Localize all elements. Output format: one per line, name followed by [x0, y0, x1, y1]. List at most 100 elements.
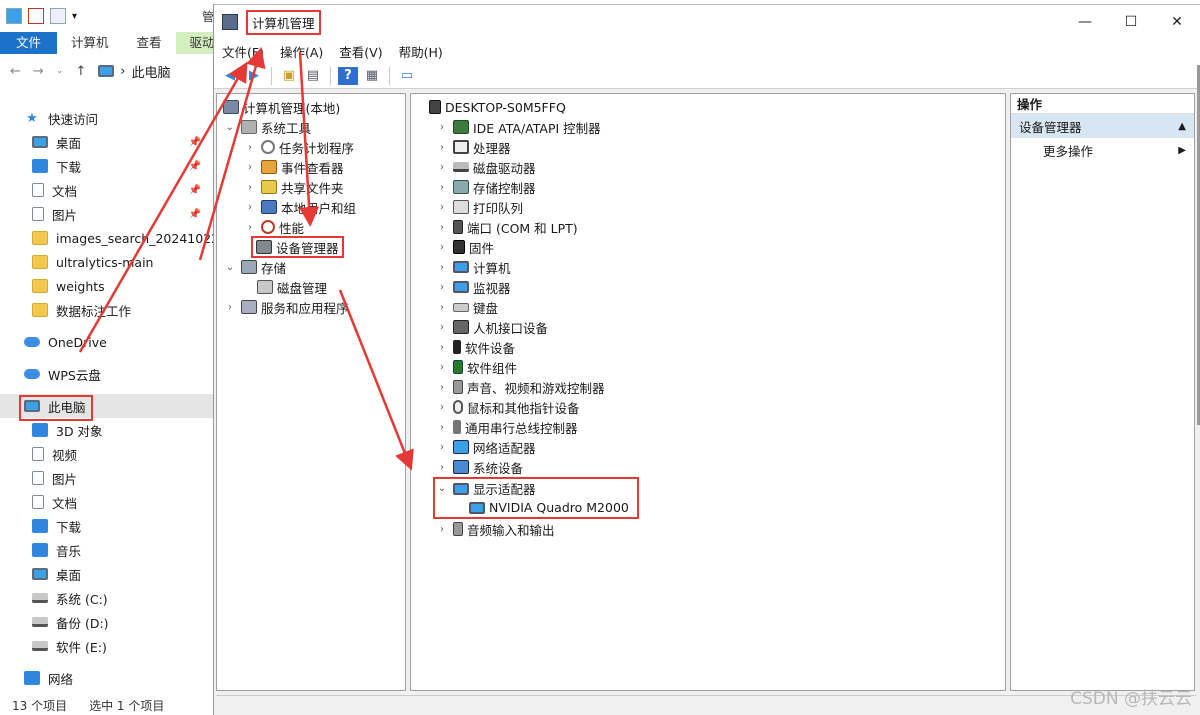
tree-node-device-manager[interactable]: 设备管理器 — [217, 236, 405, 258]
actions-more[interactable]: 更多操作 ▶ — [1011, 138, 1194, 162]
chevron-down-icon[interactable]: ⌄ — [223, 262, 237, 273]
chevron-right-icon[interactable]: › — [243, 222, 257, 233]
recent-dropdown-icon[interactable]: ⌄ — [56, 66, 64, 76]
tree-node[interactable]: › 本地用户和组 — [217, 197, 405, 217]
nav-item[interactable]: 下载 📌 — [0, 154, 215, 178]
nav-item[interactable]: 软件 (E:) — [0, 634, 215, 658]
device-category-display-adapters[interactable]: ⌄ 显示适配器 — [435, 479, 536, 498]
device-category[interactable]: › 计算机 — [429, 257, 1005, 277]
device-category[interactable]: › IDE ATA/ATAPI 控制器 — [429, 117, 1005, 137]
device-category-audio-io[interactable]: › 音频输入和输出 — [429, 519, 1005, 539]
chevron-right-icon[interactable]: › — [435, 362, 449, 373]
new-folder-icon[interactable] — [50, 8, 66, 24]
customize-toolbar-icon[interactable]: ▾ — [72, 11, 77, 22]
show-hide-tree-icon[interactable]: ▤ — [303, 67, 323, 85]
tree-node[interactable]: › 事件查看器 — [217, 157, 405, 177]
properties-view-icon[interactable]: ▦ — [362, 67, 382, 85]
up-folder-icon[interactable]: ▣ — [279, 67, 299, 85]
chevron-right-icon[interactable]: › — [435, 322, 449, 333]
close-button[interactable]: ✕ — [1154, 5, 1200, 39]
chevron-down-icon[interactable]: ⌄ — [435, 483, 449, 494]
tree-node-storage[interactable]: ⌄ 存储 — [217, 257, 405, 277]
nav-item[interactable]: 文档 📌 — [0, 178, 215, 202]
nav-item[interactable]: weights — [0, 274, 215, 298]
actions-section-device-manager[interactable]: 设备管理器 ▲ — [1011, 114, 1194, 138]
chevron-right-icon[interactable]: › — [435, 302, 449, 313]
device-category[interactable]: › 监视器 — [429, 277, 1005, 297]
chevron-right-icon[interactable]: › — [435, 462, 449, 473]
menu-action[interactable]: 操作(A) — [280, 42, 323, 61]
ribbon-tab-file[interactable]: 文件 — [0, 32, 58, 54]
device-category[interactable]: › 打印队列 — [429, 197, 1005, 217]
chevron-right-icon[interactable]: › — [435, 122, 449, 133]
device-category[interactable]: › 鼠标和其他指针设备 — [429, 397, 1005, 417]
breadcrumb-this-pc[interactable]: 此电脑 — [131, 62, 170, 81]
chevron-right-icon[interactable]: › — [243, 162, 257, 173]
back-arrow-icon[interactable]: ◀ — [220, 67, 240, 85]
nav-item[interactable]: 数据标注工作 — [0, 298, 215, 322]
device-category[interactable]: › 网络适配器 — [429, 437, 1005, 457]
nav-item[interactable]: WPS云盘 — [0, 362, 215, 386]
device-category[interactable]: › 声音、视频和游戏控制器 — [429, 377, 1005, 397]
up-arrow-icon[interactable]: ↑ — [75, 64, 86, 79]
pin-icon[interactable]: 📌 — [189, 185, 201, 196]
chevron-down-icon[interactable]: ⌄ — [223, 122, 237, 133]
device-category[interactable]: › 人机接口设备 — [429, 317, 1005, 337]
chevron-right-icon[interactable]: › — [435, 242, 449, 253]
pin-icon[interactable]: 📌 — [189, 209, 201, 220]
device-category[interactable]: › 磁盘驱动器 — [429, 157, 1005, 177]
nav-item[interactable]: 音乐 — [0, 538, 215, 562]
device-gpu[interactable]: NVIDIA Quadro M2000 — [435, 498, 629, 517]
nav-item[interactable]: 文档 — [0, 490, 215, 514]
chevron-right-icon[interactable]: › — [243, 202, 257, 213]
chevron-right-icon[interactable]: › — [435, 262, 449, 273]
chevron-right-icon[interactable]: › — [435, 422, 449, 433]
nav-item[interactable]: 网络 — [0, 666, 215, 690]
menu-view[interactable]: 查看(V) — [339, 42, 382, 61]
chevron-right-icon[interactable]: › — [435, 222, 449, 233]
maximize-button[interactable]: ☐ — [1108, 5, 1154, 39]
nav-item[interactable]: ultralytics-main — [0, 250, 215, 274]
tree-node-system-tools[interactable]: ⌄ 系统工具 — [217, 117, 405, 137]
chevron-right-icon[interactable]: › — [243, 182, 257, 193]
menu-help[interactable]: 帮助(H) — [399, 42, 443, 61]
pin-icon[interactable]: 📌 — [189, 137, 201, 148]
pin-icon[interactable]: 📌 — [189, 161, 201, 172]
chevron-right-icon[interactable]: › — [435, 342, 449, 353]
tree-node-disk-management[interactable]: 磁盘管理 — [217, 277, 405, 297]
chevron-right-icon[interactable]: › — [435, 442, 449, 453]
device-category[interactable]: › 系统设备 — [429, 457, 1005, 477]
chevron-right-icon[interactable]: › — [435, 402, 449, 413]
nav-item[interactable]: OneDrive — [0, 330, 215, 354]
device-category[interactable]: › 软件组件 — [429, 357, 1005, 377]
this-pc-icon[interactable] — [6, 8, 22, 24]
chevron-right-icon[interactable]: ▶ — [1178, 145, 1186, 156]
collapse-up-icon[interactable]: ▲ — [1178, 121, 1186, 132]
tree-node[interactable]: › 性能 — [217, 217, 405, 237]
device-category[interactable]: › 端口 (COM 和 LPT) — [429, 217, 1005, 237]
tree-node[interactable]: › 任务计划程序 — [217, 137, 405, 157]
nav-item[interactable]: 3D 对象 — [0, 418, 215, 442]
nav-item[interactable]: 此电脑 — [0, 394, 215, 418]
chevron-right-icon[interactable]: › — [435, 142, 449, 153]
minimize-button[interactable]: — — [1062, 5, 1108, 39]
device-category[interactable]: › 键盘 — [429, 297, 1005, 317]
menu-file[interactable]: 文件(F) — [222, 42, 264, 61]
nav-item[interactable]: 备份 (D:) — [0, 610, 215, 634]
nav-item[interactable]: 桌面 📌 — [0, 130, 215, 154]
chevron-right-icon[interactable]: › — [435, 162, 449, 173]
device-category[interactable]: › 存储控制器 — [429, 177, 1005, 197]
device-category[interactable]: › 通用串行总线控制器 — [429, 417, 1005, 437]
nav-item[interactable]: 系统 (C:) — [0, 586, 215, 610]
chevron-right-icon[interactable]: › — [223, 302, 237, 313]
device-computer-root[interactable]: DESKTOP-S0M5FFQ — [429, 97, 1005, 117]
tree-node-root[interactable]: 计算机管理(本地) — [217, 97, 405, 117]
nav-item[interactable]: 视频 — [0, 442, 215, 466]
back-arrow-icon[interactable]: ← — [10, 64, 21, 79]
device-category[interactable]: › 固件 — [429, 237, 1005, 257]
nav-item[interactable]: images_search_20241022_ — [0, 226, 225, 250]
nav-item[interactable]: 图片 📌 — [0, 202, 215, 226]
ribbon-tab-view[interactable]: 查看 — [123, 32, 176, 54]
nav-item[interactable]: 下载 — [0, 514, 215, 538]
tree-node[interactable]: › 共享文件夹 — [217, 177, 405, 197]
